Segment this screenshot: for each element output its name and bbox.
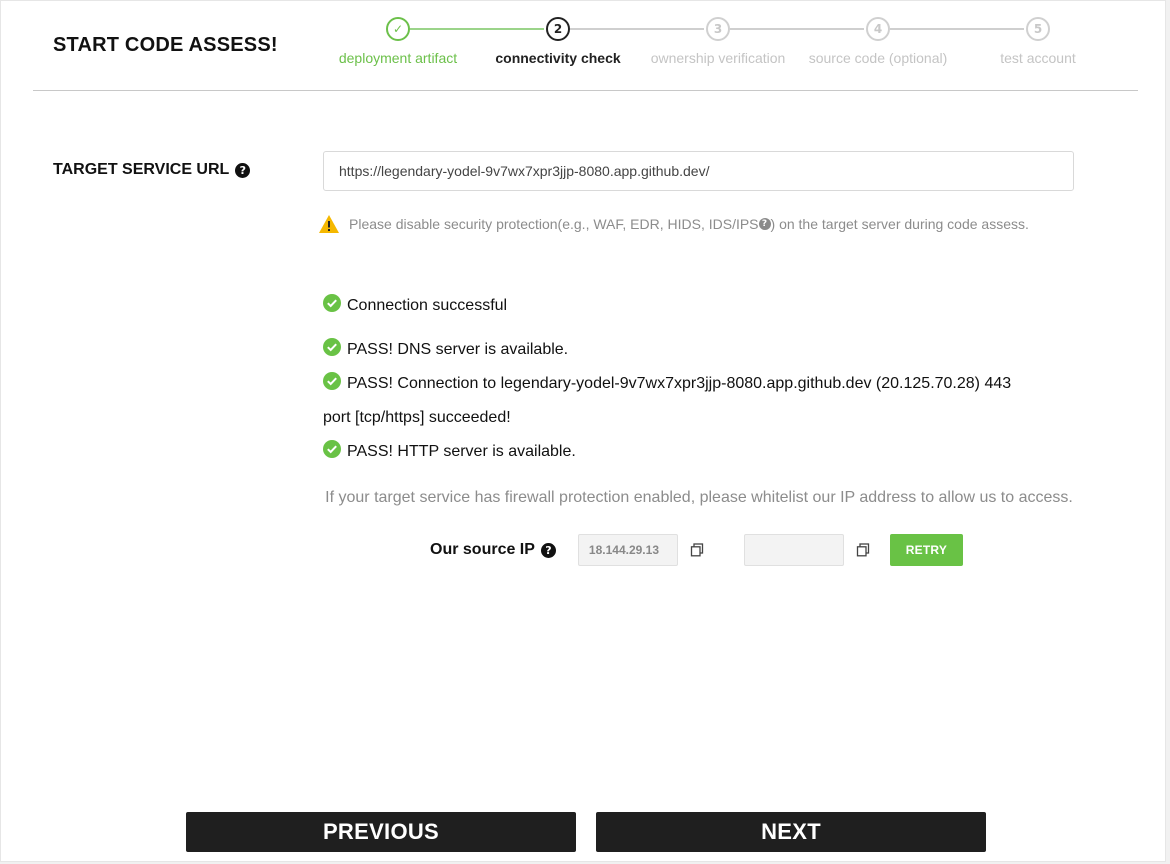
- check-text: PASS! HTTP server is available.: [347, 443, 576, 460]
- success-check-icon: [323, 372, 341, 390]
- source-ip-primary[interactable]: 18.144.29.13: [577, 534, 678, 566]
- step-label: test account: [1000, 50, 1076, 66]
- security-warning: Please disable security protection(e.g.,…: [318, 214, 1029, 234]
- step-test-account[interactable]: 5 test account: [958, 17, 1118, 66]
- check-icon: ✓: [386, 17, 410, 41]
- check-text: PASS! Connection to legendary-yodel-9v7w…: [347, 375, 1012, 392]
- previous-button[interactable]: PREVIOUS: [186, 812, 576, 852]
- step-source-code[interactable]: 4 source code (optional): [798, 17, 958, 66]
- assess-card: START CODE ASSESS! ✓ deployment artifact…: [0, 0, 1166, 862]
- step-ownership-verification[interactable]: 3 ownership verification: [638, 17, 798, 66]
- step-label: ownership verification: [650, 50, 786, 66]
- check-text: port [tcp/https] succeeded!: [323, 409, 511, 426]
- question-icon[interactable]: ?: [540, 542, 556, 558]
- check-tcp-continued: port [tcp/https] succeeded!: [323, 401, 511, 435]
- question-icon[interactable]: ?: [235, 162, 251, 178]
- warning-icon: [319, 215, 339, 233]
- success-check-icon: [323, 440, 341, 458]
- check-dns: PASS! DNS server is available.: [323, 333, 568, 367]
- check-tcp: PASS! Connection to legendary-yodel-9v7w…: [323, 367, 1011, 401]
- step-label: connectivity check: [495, 50, 621, 66]
- source-ip-row: Our source IP ? 18.144.29.13 RETRY: [430, 534, 963, 566]
- next-button[interactable]: NEXT: [596, 812, 986, 852]
- check-http: PASS! HTTP server is available.: [323, 435, 576, 469]
- source-ip-label: Our source IP ?: [430, 541, 556, 559]
- step-label: source code (optional): [808, 50, 948, 66]
- target-url-input[interactable]: [323, 151, 1074, 191]
- question-icon[interactable]: ?: [758, 218, 771, 230]
- check-text: PASS! DNS server is available.: [347, 341, 569, 358]
- step-label: deployment artifact: [338, 50, 458, 66]
- step-deployment-artifact[interactable]: ✓ deployment artifact: [318, 17, 478, 66]
- firewall-note: If your target service has firewall prot…: [325, 489, 1073, 506]
- success-check-icon: [323, 338, 341, 356]
- warning-text-end: ) on the target server during code asses…: [770, 216, 1029, 232]
- target-url-label-text: TARGET SERVICE URL: [53, 161, 230, 178]
- source-ip-secondary[interactable]: [743, 534, 844, 566]
- header-divider: [33, 90, 1138, 91]
- step-connectivity-check[interactable]: 2 connectivity check: [478, 17, 638, 66]
- step-number: 5: [1026, 17, 1050, 41]
- target-url-label: TARGET SERVICE URL ?: [53, 161, 251, 179]
- warning-text: Please disable security protection(e.g.,…: [349, 216, 759, 232]
- stepper: ✓ deployment artifact 2 connectivity che…: [1, 1, 1170, 91]
- step-number: 2: [546, 17, 570, 41]
- success-check-icon: [323, 294, 341, 312]
- check-text: Connection successful: [347, 297, 508, 314]
- check-connection: Connection successful: [323, 289, 507, 323]
- step-number: 4: [866, 17, 890, 41]
- copy-icon[interactable]: [690, 543, 704, 557]
- step-number: 3: [706, 17, 730, 41]
- retry-button[interactable]: RETRY: [889, 534, 963, 566]
- copy-icon[interactable]: [856, 543, 870, 557]
